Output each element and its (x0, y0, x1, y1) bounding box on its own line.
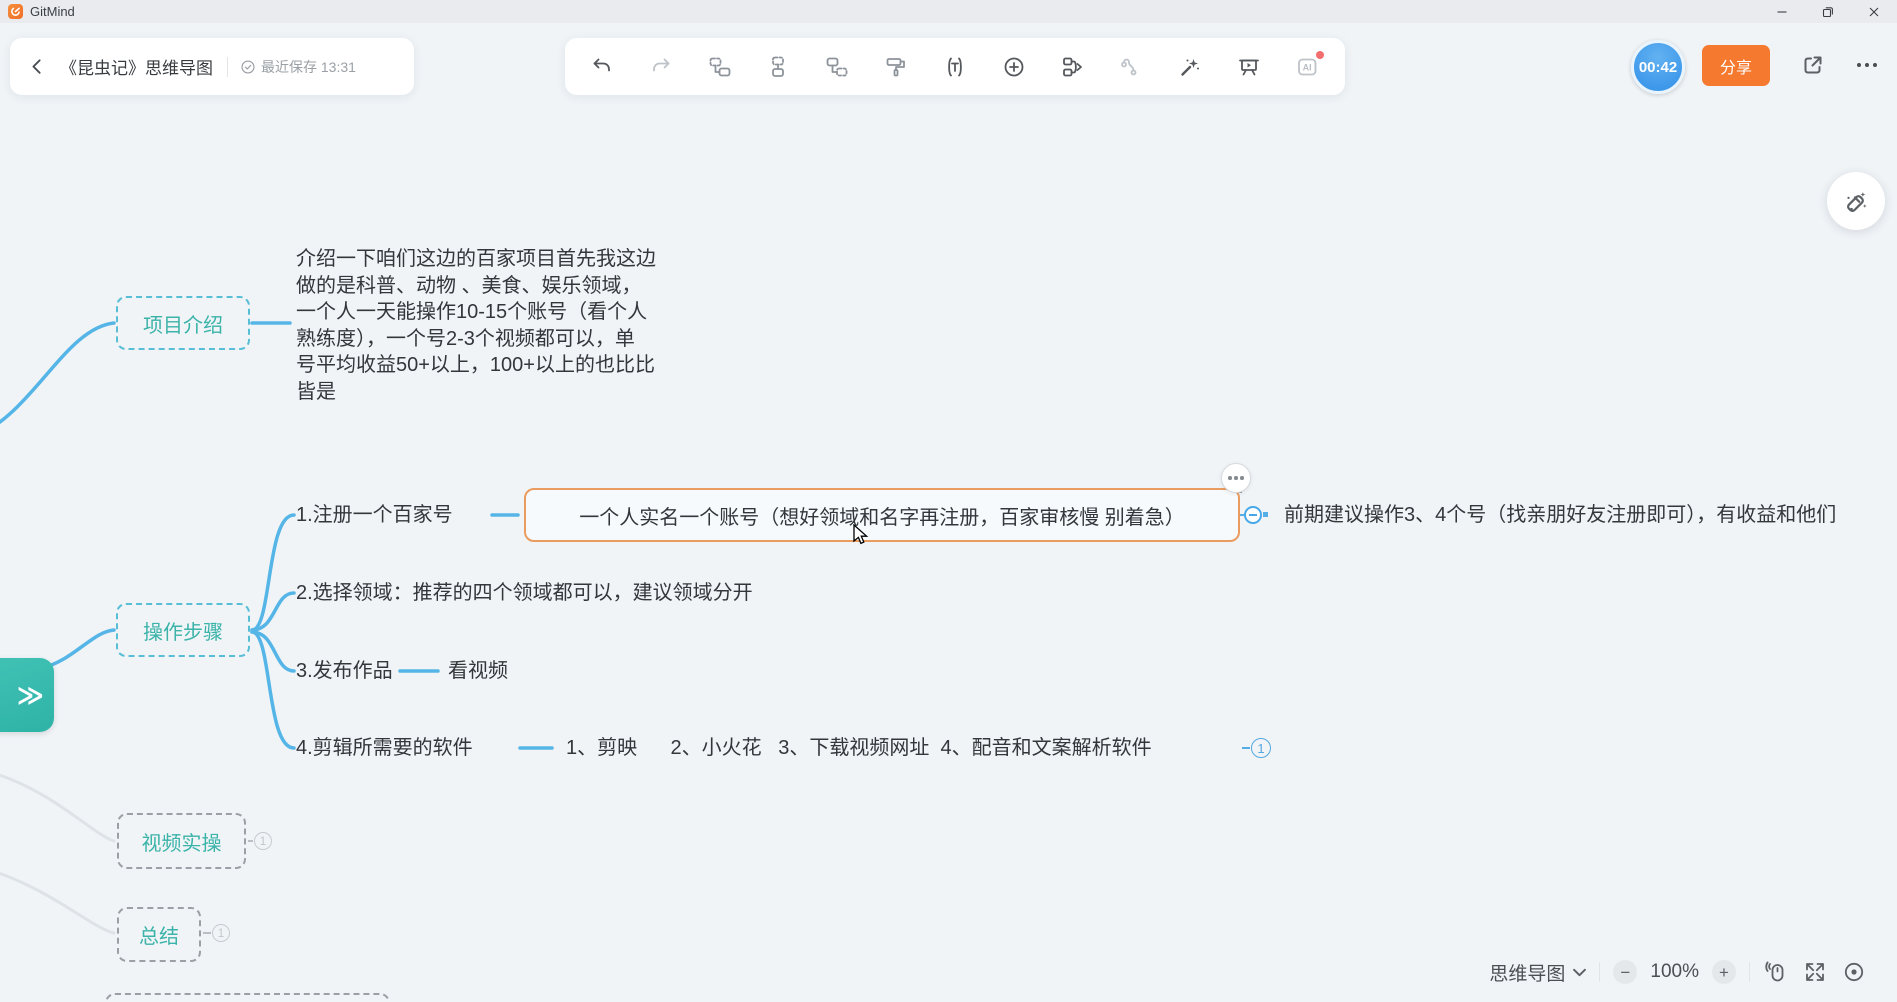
node-operation-steps[interactable]: 操作步骤 (116, 603, 250, 657)
diagram-mode-select[interactable]: 思维导图 (1489, 959, 1586, 986)
session-timer[interactable]: 00:42 (1631, 40, 1685, 94)
collapse-toggle[interactable] (1244, 506, 1262, 524)
notification-dot (1316, 51, 1324, 59)
project-intro-note[interactable]: 介绍一下咱们这边的百家项目首先我这边 做的是科普、动物 、美食、娱乐领域， 一个… (296, 246, 726, 405)
divider (227, 57, 228, 77)
expand-count-badge[interactable]: 1 (212, 924, 230, 942)
redo-icon[interactable] (648, 54, 674, 80)
insert-node-icon[interactable] (1001, 54, 1027, 80)
check-circle-icon (240, 59, 256, 75)
node-step3-child[interactable]: 看视频 (448, 657, 508, 685)
node-video-practice[interactable]: 视频实操 (117, 813, 246, 869)
save-status: 最近保存 13:31 (240, 57, 356, 77)
relation-line-icon[interactable] (1118, 54, 1144, 80)
zoom-out-button[interactable]: − (1613, 960, 1637, 984)
node-step4[interactable]: 4.剪辑所需要的软件 (296, 734, 473, 762)
node-step3[interactable]: 3.发布作品 (296, 657, 393, 685)
node-step1-sibling-note[interactable]: 前期建议操作3、4个号（找亲朋好友注册即可），有收益和他们 (1284, 501, 1836, 529)
svg-text:AI: AI (1303, 62, 1312, 72)
node-project-intro[interactable]: 项目介绍 (116, 296, 250, 350)
expand-count-badge[interactable]: 1 (1251, 738, 1271, 758)
node-step1-detail-selected[interactable]: 一个人实名一个账号（想好领域和名字再注册，百家审核慢 别着急） (524, 488, 1240, 542)
node-menu-button[interactable] (1221, 463, 1251, 493)
root-node-collapsed[interactable]: ≫ (0, 658, 54, 732)
mouse-cursor (853, 524, 875, 548)
text-style-icon[interactable] (942, 54, 968, 80)
editor-toolbar: AI (565, 38, 1345, 95)
focus-view-icon[interactable] (1841, 959, 1867, 985)
zoom-in-button[interactable]: + (1712, 960, 1736, 984)
close-button[interactable] (1851, 0, 1897, 23)
save-status-text: 最近保存 13:31 (261, 57, 356, 77)
node-summary[interactable]: 总结 (117, 907, 201, 962)
divider (1599, 962, 1600, 982)
zoom-level: 100% (1650, 961, 1699, 983)
ai-beautify-icon[interactable] (1177, 54, 1203, 80)
open-in-new-icon[interactable] (1799, 51, 1826, 78)
gitmind-logo-icon (8, 4, 23, 19)
summary-icon[interactable] (1060, 54, 1086, 80)
ai-assistant-icon[interactable]: AI (1295, 54, 1321, 80)
os-titlebar: GitMind (0, 0, 1897, 23)
insert-topic-before-icon[interactable] (707, 54, 733, 80)
divider (1749, 962, 1750, 982)
insert-parent-topic-icon[interactable] (765, 54, 791, 80)
diagram-mode-label: 思维导图 (1489, 959, 1565, 986)
chevron-down-icon (1573, 968, 1586, 977)
mouse-mode-icon[interactable] (1763, 959, 1789, 985)
view-controls: 思维导图 − 100% + (1489, 952, 1867, 992)
format-painter-icon[interactable] (883, 54, 909, 80)
node-step1[interactable]: 1.注册一个百家号 (296, 501, 453, 529)
undo-icon[interactable] (589, 54, 615, 80)
node-step2[interactable]: 2.选择领域：推荐的四个领域都可以，建议领域分开 (296, 579, 753, 607)
app-title: GitMind (30, 4, 75, 19)
fullscreen-icon[interactable] (1802, 959, 1828, 985)
node-partial-bottom[interactable] (105, 993, 390, 1002)
node-step4-child[interactable]: 1、剪映 2、小火花 3、下载视频网址 4、配音和文案解析软件 (566, 734, 1152, 762)
expand-count-badge[interactable]: 1 (254, 832, 272, 850)
back-icon[interactable] (28, 56, 48, 78)
insert-child-topic-icon[interactable] (824, 54, 850, 80)
presentation-icon[interactable] (1236, 54, 1262, 80)
one-click-beautify-button[interactable] (1827, 172, 1885, 230)
document-title[interactable]: 《昆虫记》思维导图 (60, 54, 213, 79)
restore-button[interactable] (1805, 0, 1851, 23)
document-header: 《昆虫记》思维导图 最近保存 13:31 (10, 38, 414, 95)
more-menu-icon[interactable] (1853, 51, 1880, 78)
minimize-button[interactable] (1759, 0, 1805, 23)
share-button[interactable]: 分享 (1702, 45, 1770, 86)
